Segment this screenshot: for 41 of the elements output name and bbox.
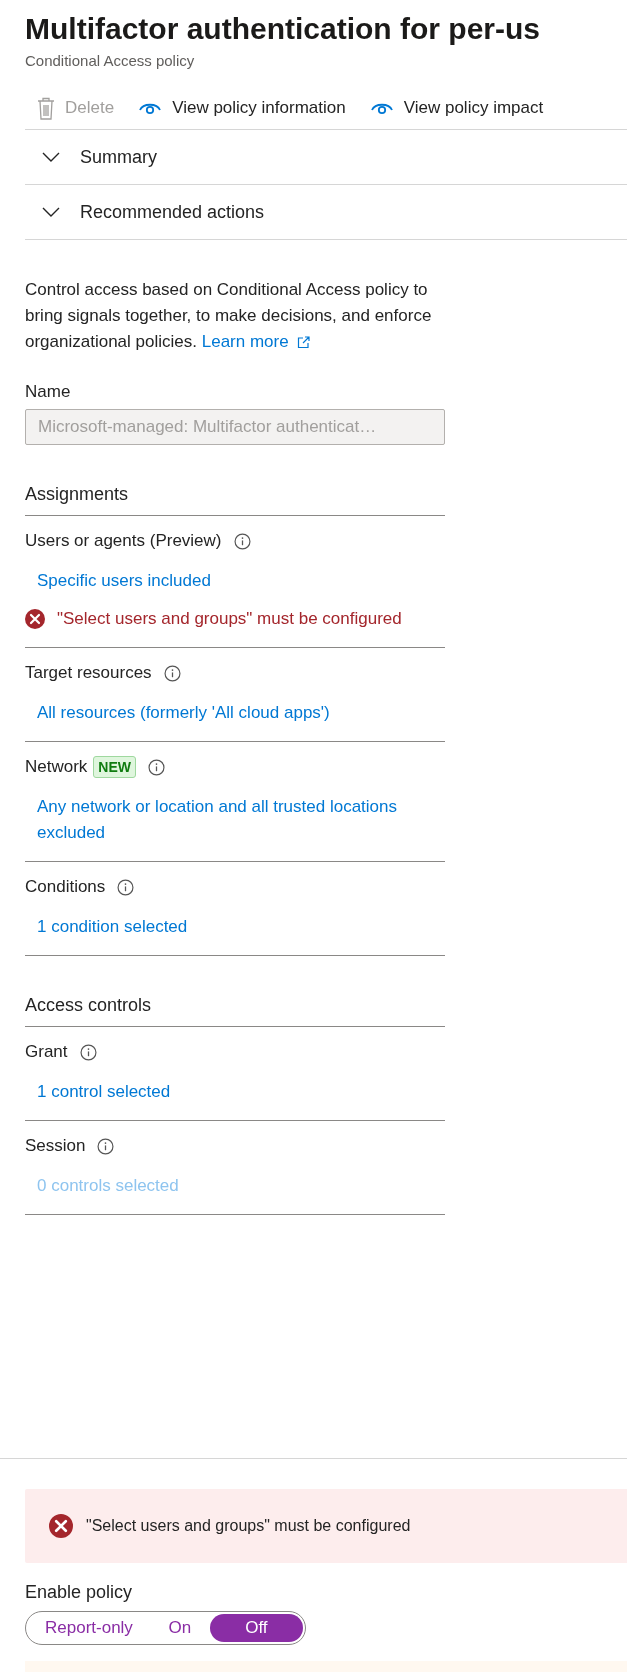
setting-label: Network bbox=[25, 756, 88, 778]
toggle-option[interactable]: Report-only bbox=[28, 1614, 150, 1642]
trash-icon bbox=[37, 96, 55, 120]
info-icon[interactable] bbox=[79, 1043, 97, 1061]
field-label: Name bbox=[25, 381, 72, 403]
info-icon[interactable] bbox=[97, 1137, 115, 1155]
accordion-header[interactable]: Recommended actions bbox=[25, 185, 627, 240]
page-subtitle: Conditional Access policy bbox=[25, 52, 196, 69]
setting-link[interactable]: Specific users included bbox=[37, 568, 445, 594]
info-icon[interactable] bbox=[117, 878, 135, 896]
description-text: Control access based on Conditional Access policy to bring signals together, to make decisions, and enforce organizational policies. Learn more bbox=[25, 277, 445, 355]
setting-link[interactable]: 1 control selected bbox=[37, 1079, 445, 1105]
learn-more-link[interactable]: Learn more bbox=[201, 329, 310, 355]
toggle-option[interactable]: Off bbox=[209, 1614, 303, 1642]
setting-label: Session bbox=[25, 1135, 86, 1157]
setting-link[interactable]: Any network or location and all trusted locations excluded bbox=[37, 794, 445, 846]
setting-label: Target resources bbox=[25, 662, 152, 684]
error-icon bbox=[25, 609, 45, 629]
setting-label: Users or agents (Preview) bbox=[25, 530, 222, 552]
info-icon[interactable] bbox=[163, 664, 181, 682]
enable-policy-label: Enable policy bbox=[25, 1582, 134, 1603]
chevron-icon bbox=[42, 152, 60, 162]
view-button[interactable]: View policy impact bbox=[367, 94, 546, 122]
error-message: "Select users and groups" must be configured bbox=[57, 608, 402, 630]
view-button[interactable]: View policy information bbox=[136, 94, 348, 122]
error-message: "Select users and groups" must be configured bbox=[86, 1517, 411, 1535]
setting-link[interactable]: All resources (formerly 'All cloud apps') bbox=[37, 700, 445, 726]
setting-label: Conditions bbox=[25, 876, 106, 898]
info-icon[interactable] bbox=[233, 532, 251, 550]
page-title: Multifactor authentication for per-us bbox=[25, 11, 541, 47]
toggle-option[interactable]: On bbox=[149, 1614, 210, 1642]
info-icon[interactable] bbox=[148, 758, 166, 776]
external-link-icon bbox=[296, 335, 310, 349]
setting-link[interactable]: 1 condition selected bbox=[37, 914, 445, 940]
new-badge: NEW bbox=[93, 756, 137, 778]
section-heading: Access controls bbox=[25, 992, 445, 1027]
error-icon bbox=[49, 1514, 73, 1538]
setting-label: Grant bbox=[25, 1041, 68, 1063]
accordion-header[interactable]: Summary bbox=[25, 130, 627, 185]
section-heading: Assignments bbox=[25, 481, 445, 516]
chevron-icon bbox=[42, 207, 60, 217]
